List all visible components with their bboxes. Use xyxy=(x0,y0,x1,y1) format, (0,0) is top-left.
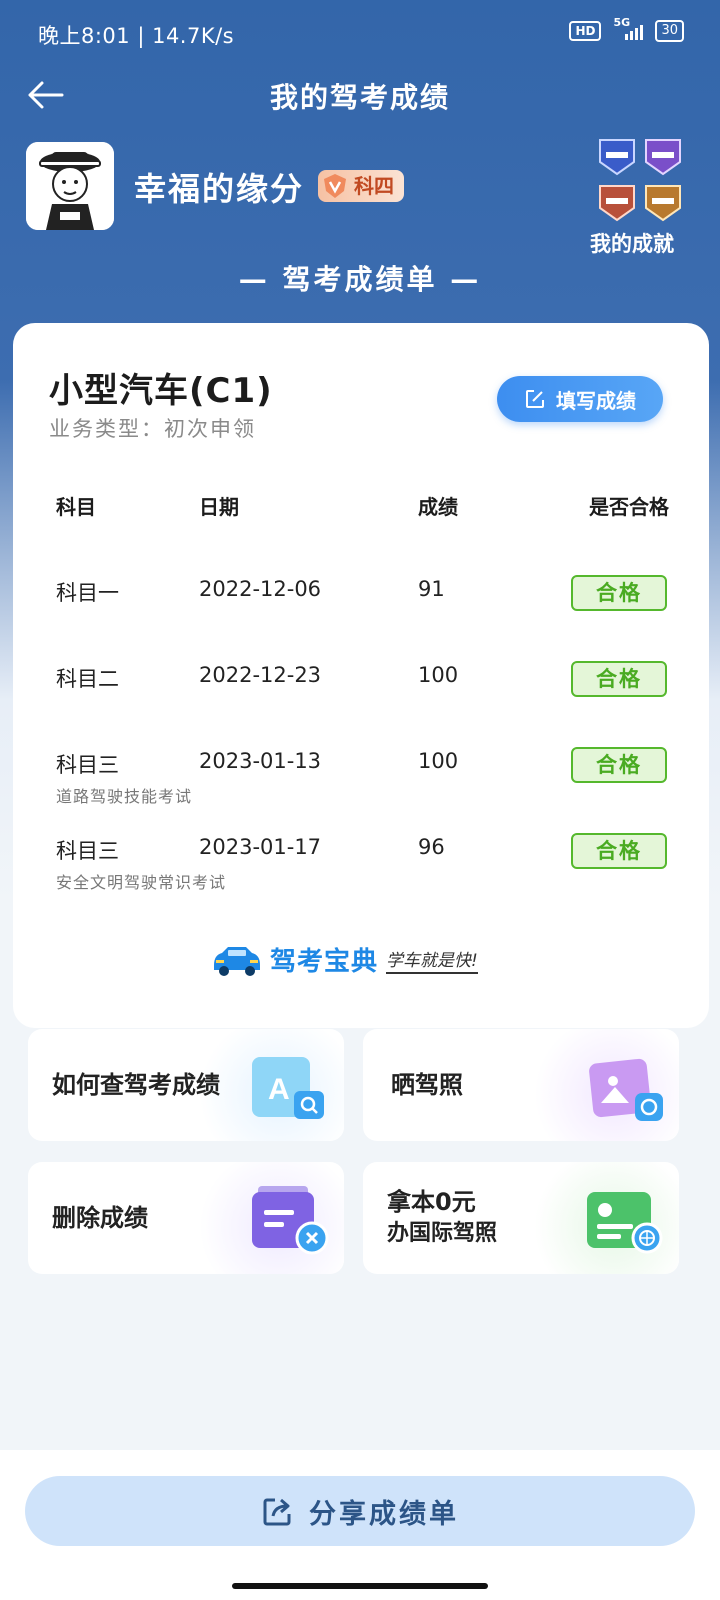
table-row: 科目三 2023-01-13 100 合格 道路驾驶技能考试 xyxy=(13,747,709,809)
international-license-icon xyxy=(587,1192,663,1254)
pass-badge: 合格 xyxy=(571,833,667,869)
photo-share-icon xyxy=(589,1058,663,1121)
delete-score-tile[interactable]: 删除成绩 xyxy=(28,1162,344,1274)
username: 幸福的缘分 xyxy=(134,170,305,208)
achievements-label: 我的成就 xyxy=(590,232,674,256)
row-date: 2023-01-13 xyxy=(199,749,322,773)
medal-purple-icon xyxy=(645,139,681,176)
header-subject: 科目 xyxy=(56,495,96,519)
brand-logo: 驾考宝典 学车就是快! xyxy=(210,941,478,978)
table-row: 科目三 2023-01-17 96 合格 安全文明驾驶常识考试 xyxy=(13,833,709,895)
status-time-speed: 晚上8:01 | 14.7K/s xyxy=(38,24,235,48)
report-heading: — 驾考成绩单 — xyxy=(238,263,482,296)
nav-bar: 我的驾考成绩 xyxy=(0,64,720,124)
tile-label: 如何查驾考成绩 xyxy=(52,1071,220,1099)
international-license-tile[interactable]: 拿本0元 办国际驾照 xyxy=(363,1162,679,1274)
row-subject: 科目二 xyxy=(56,667,119,691)
svg-text:A: A xyxy=(268,1073,290,1106)
row-note: 安全文明驾驶常识考试 xyxy=(56,873,227,892)
level-label: 科四 xyxy=(354,174,394,198)
tile-label-line2: 办国际驾照 xyxy=(387,1221,498,1246)
row-subject: 科目三 xyxy=(56,839,119,863)
achievements[interactable]: 我的成就 xyxy=(590,136,688,258)
edit-icon xyxy=(526,390,544,408)
score-card: 小型汽车(C1) 业务类型：初次申领 填写成绩 科目 日期 成绩 是否合格 科目… xyxy=(13,323,709,1028)
fill-score-label: 填写成绩 xyxy=(556,388,636,413)
row-subject: 科目一 xyxy=(56,581,119,605)
table-row: 科目一 2022-12-06 91 合格 xyxy=(13,575,709,637)
how-to-check-score-tile[interactable]: 如何查驾考成绩 A xyxy=(28,1029,344,1141)
share-report-button[interactable]: 分享成绩单 xyxy=(25,1476,695,1546)
vehicle-type: 小型汽车(C1) xyxy=(49,371,273,411)
brand-slogan: 学车就是快! xyxy=(386,946,478,974)
medal-red-icon xyxy=(599,185,635,222)
status-icons: HD 5G 30 xyxy=(569,16,684,42)
row-date: 2022-12-06 xyxy=(199,577,322,601)
brand-name: 驾考宝典 xyxy=(270,947,379,977)
car-icon xyxy=(214,946,260,976)
share-label: 分享成绩单 xyxy=(309,1498,459,1530)
level-badge[interactable]: 科四 xyxy=(318,170,404,202)
show-license-tile[interactable]: 晒驾照 xyxy=(363,1029,679,1141)
avatar-image xyxy=(26,142,114,230)
home-indicator[interactable] xyxy=(232,1583,488,1589)
row-date: 2023-01-17 xyxy=(199,835,322,859)
hd-icon: HD xyxy=(569,21,602,41)
row-date: 2022-12-23 xyxy=(199,663,322,687)
page-title: 我的驾考成绩 xyxy=(269,81,450,114)
table-header: 科目 日期 成绩 是否合格 xyxy=(13,491,709,531)
pass-badge: 合格 xyxy=(571,747,667,783)
row-subject: 科目三 xyxy=(56,753,119,777)
share-icon xyxy=(263,1498,291,1526)
battery-icon: 30 xyxy=(655,20,684,42)
row-score: 100 xyxy=(418,749,459,773)
row-score: 91 xyxy=(418,577,445,601)
row-score: 96 xyxy=(418,835,445,859)
v-shield-icon xyxy=(324,174,346,198)
avatar[interactable] xyxy=(26,142,114,230)
medal-gold-icon xyxy=(645,185,681,222)
delete-record-icon xyxy=(252,1186,329,1255)
medal-blue-icon xyxy=(599,139,635,176)
business-type: 业务类型：初次申领 xyxy=(49,417,256,441)
pass-badge: 合格 xyxy=(571,575,667,611)
fill-score-button[interactable]: 填写成绩 xyxy=(497,376,663,422)
row-note: 道路驾驶技能考试 xyxy=(56,787,193,806)
tile-label: 删除成绩 xyxy=(52,1204,148,1232)
row-score: 100 xyxy=(418,663,459,687)
header-date: 日期 xyxy=(199,495,239,519)
header-score: 成绩 xyxy=(418,495,458,519)
pass-badge: 合格 xyxy=(571,661,667,697)
tile-label: 晒驾照 xyxy=(391,1071,463,1099)
status-bar: 晚上8:01 | 14.7K/s HD 5G 30 xyxy=(0,0,720,64)
table-row: 科目二 2022-12-23 100 合格 xyxy=(13,661,709,723)
search-doc-icon: A xyxy=(252,1057,324,1119)
header-passed: 是否合格 xyxy=(589,495,669,519)
signal-icon: 5G xyxy=(613,16,644,42)
tile-label-line1: 拿本0元 xyxy=(387,1188,476,1216)
